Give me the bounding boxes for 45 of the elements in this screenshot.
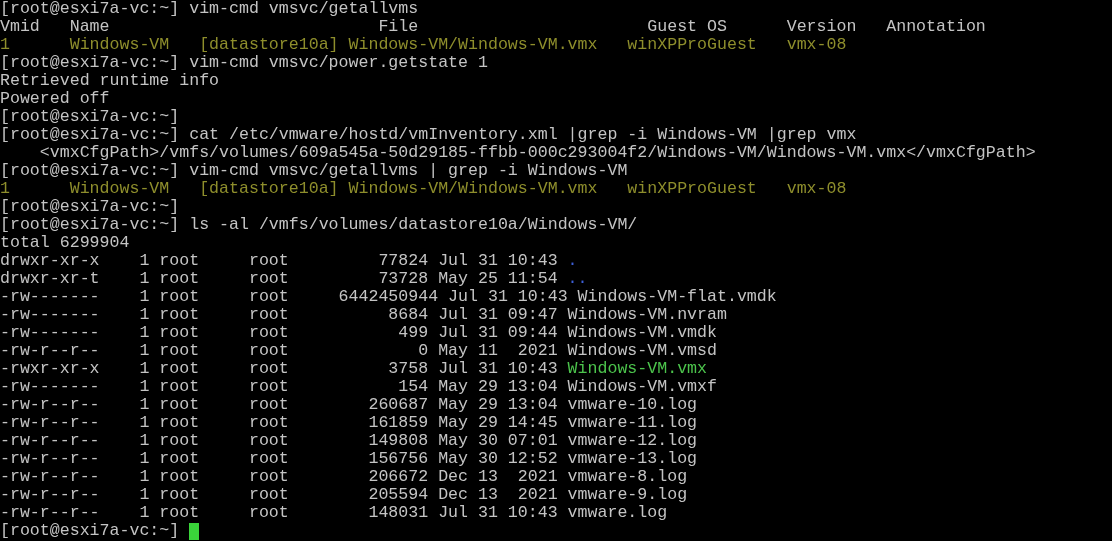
terminal-text: Retrieved runtime info bbox=[0, 72, 220, 90]
terminal-text: -rw-r--r-- 1 root root 148031 Jul 31 10:43 bbox=[0, 504, 558, 522]
terminal-text: -rw-r--r-- 1 root root 205594 Dec 13 2021 bbox=[0, 486, 558, 504]
file-name: vmware-9.log bbox=[567, 486, 688, 504]
terminal-text: -rw-r--r-- 1 root root 0 May 11 2021 bbox=[0, 342, 558, 360]
terminal-text: -rw-r--r-- 1 root root 206672 Dec 13 2021 bbox=[0, 468, 558, 486]
terminal-text: -rw-r--r-- 1 root root 149808 May 30 07:01 bbox=[0, 432, 558, 450]
terminal-text: -rw-r--r-- 1 root root 156756 May 30 12:52 bbox=[0, 450, 558, 468]
terminal-text: <vmxCfgPath>/vmfs/volumes/609a545a-50d29185-ffbb-000c293004f2/Windows-VM/Windows-VM.vmx</vmxCfgPath> bbox=[38, 144, 1036, 162]
file-name: Windows-VM.vmsd bbox=[567, 342, 717, 360]
file-name: vmware-12.log bbox=[567, 432, 698, 450]
terminal-text: -rw-r--r-- 1 root root 161859 May 29 14:45 bbox=[0, 414, 558, 432]
terminal-text: [root@esxi7a-vc:~] ls -al /vmfs/volumes/datastore10a/Windows-VM/ bbox=[0, 216, 638, 234]
terminal-text: drwxr-xr-x 1 root root 77824 Jul 31 10:43 bbox=[0, 252, 558, 270]
file-name: vmware-10.log bbox=[567, 396, 698, 414]
file-name: Windows-VM.vmxf bbox=[567, 378, 717, 396]
terminal-text: -rw------- 1 root root 499 Jul 31 09:44 bbox=[0, 324, 558, 342]
terminal-text: -rwxr-xr-x 1 root root 3758 Jul 31 10:43 bbox=[0, 360, 558, 378]
directory-name: .. bbox=[567, 270, 588, 288]
vm-list-row: 1 Windows-VM [datastore10a] Windows-VM/Windows-VM.vmx winXPProGuest vmx-08 bbox=[0, 180, 847, 198]
terminal-text: drwxr-xr-t 1 root root 73728 May 25 11:54 bbox=[0, 270, 558, 288]
file-name: vmware-13.log bbox=[567, 450, 698, 468]
terminal-text: -rw-r--r-- 1 root root 260687 May 29 13:04 bbox=[0, 396, 558, 414]
file-name: Windows-VM.vmdk bbox=[567, 324, 717, 342]
terminal-text: -rw------- 1 root root 6442450944 Jul 31 10:43 bbox=[0, 288, 568, 306]
terminal-text: -rw------- 1 root root 8684 Jul 31 09:47 bbox=[0, 306, 558, 324]
file-name: vmware-11.log bbox=[567, 414, 698, 432]
terminal-text: [root@esxi7a-vc:~] bbox=[0, 198, 180, 216]
terminal-text: [root@esxi7a-vc:~] cat /etc/vmware/hostd/vmInventory.xml |grep -i Windows-VM |grep vmx bbox=[0, 126, 857, 144]
terminal-text: Vmid Name File Guest OS Version Annotation bbox=[0, 18, 986, 36]
file-name: vmware-8.log bbox=[567, 468, 688, 486]
terminal-text: [root@esxi7a-vc:~] vim-cmd vmsvc/getallvms bbox=[0, 0, 419, 18]
executable-file-name: Windows-VM.vmx bbox=[567, 360, 708, 378]
terminal-text: [root@esxi7a-vc:~] vim-cmd vmsvc/power.getstate 1 bbox=[0, 54, 488, 72]
file-name: Windows-VM.nvram bbox=[567, 306, 727, 324]
terminal-text: [root@esxi7a-vc:~] bbox=[0, 108, 180, 126]
terminal-text: Powered off bbox=[0, 90, 110, 108]
terminal-text: -rw------- 1 root root 154 May 29 13:04 bbox=[0, 378, 558, 396]
file-name: Windows-VM-flat.vmdk bbox=[577, 288, 777, 306]
terminal-text: [root@esxi7a-vc:~] vim-cmd vmsvc/getallvms | grep -i Windows-VM bbox=[0, 162, 628, 180]
directory-name: . bbox=[567, 252, 578, 270]
terminal-text: total 6299904 bbox=[0, 234, 130, 252]
file-name: vmware.log bbox=[567, 504, 668, 522]
terminal-text: [root@esxi7a-vc:~] bbox=[0, 522, 180, 540]
vm-list-row: 1 Windows-VM [datastore10a] Windows-VM/Windows-VM.vmx winXPProGuest vmx-08 bbox=[0, 36, 847, 54]
